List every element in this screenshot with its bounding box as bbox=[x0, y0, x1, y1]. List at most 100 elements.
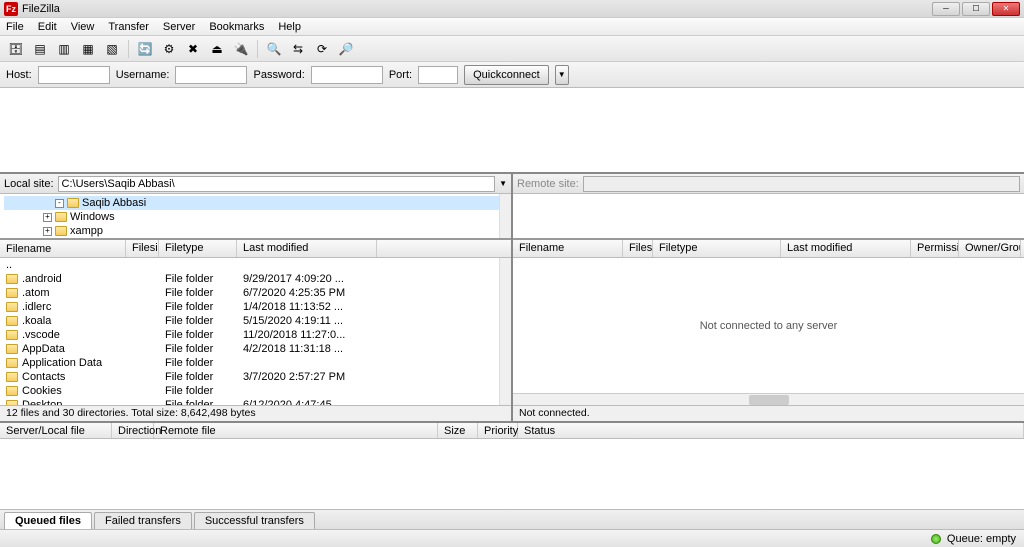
col-size[interactable]: Size bbox=[438, 423, 478, 438]
password-label: Password: bbox=[253, 69, 304, 81]
layout4-icon[interactable]: ▧ bbox=[102, 39, 122, 59]
col-filesize[interactable]: Filesize bbox=[623, 240, 653, 257]
tree-expander-icon[interactable]: + bbox=[43, 213, 52, 222]
list-item[interactable]: .koalaFile folder5/15/2020 4:19:11 ... bbox=[0, 314, 511, 328]
list-item[interactable]: ContactsFile folder3/7/2020 2:57:27 PM bbox=[0, 370, 511, 384]
list-item[interactable]: .vscodeFile folder11/20/2018 11:27:0... bbox=[0, 328, 511, 342]
refresh-icon[interactable]: 🔄 bbox=[135, 39, 155, 59]
find-icon[interactable]: 🔎 bbox=[336, 39, 356, 59]
local-tree[interactable]: -Saqib Abbasi+Windows+xampp+E: bbox=[0, 194, 511, 240]
tree-item[interactable]: +Windows bbox=[4, 210, 507, 224]
filter-icon[interactable]: 🔍 bbox=[264, 39, 284, 59]
tree-item[interactable]: +E: bbox=[4, 238, 507, 240]
file-name: Desktop bbox=[22, 399, 62, 405]
username-input[interactable] bbox=[175, 66, 247, 84]
remote-hscrollbar[interactable] bbox=[513, 393, 1024, 405]
list-item[interactable]: Application DataFile folder bbox=[0, 356, 511, 370]
list-item[interactable]: .idlercFile folder1/4/2018 11:13:52 ... bbox=[0, 300, 511, 314]
tree-item-label: xampp bbox=[70, 225, 103, 237]
remote-not-connected-message: Not connected to any server bbox=[513, 258, 1024, 393]
folder-icon bbox=[6, 344, 18, 354]
local-file-list[interactable]: ...androidFile folder9/29/2017 4:09:20 .… bbox=[0, 258, 511, 405]
layout2-icon[interactable]: ▥ bbox=[54, 39, 74, 59]
tab-queued-files[interactable]: Queued files bbox=[4, 512, 92, 529]
local-path-dropdown-icon[interactable]: ▼ bbox=[499, 179, 507, 188]
password-input[interactable] bbox=[311, 66, 383, 84]
list-item[interactable]: .androidFile folder9/29/2017 4:09:20 ... bbox=[0, 272, 511, 286]
menu-server[interactable]: Server bbox=[163, 21, 195, 33]
sitemanager-icon[interactable]: 🗄 bbox=[6, 39, 26, 59]
username-label: Username: bbox=[116, 69, 170, 81]
quickconnect-button[interactable]: Quickconnect bbox=[464, 65, 549, 85]
col-filename[interactable]: Filename bbox=[0, 240, 126, 257]
file-name: .vscode bbox=[22, 329, 60, 341]
col-modified[interactable]: Last modified bbox=[237, 240, 377, 257]
col-filename[interactable]: Filename bbox=[513, 240, 623, 257]
col-owner[interactable]: Owner/Group bbox=[959, 240, 1021, 257]
folder-icon bbox=[6, 372, 18, 382]
file-modified: 5/15/2020 4:19:11 ... bbox=[237, 315, 377, 327]
sync-icon[interactable]: ⟳ bbox=[312, 39, 332, 59]
file-type: File folder bbox=[159, 287, 237, 299]
list-item[interactable]: CookiesFile folder bbox=[0, 384, 511, 398]
menu-bookmarks[interactable]: Bookmarks bbox=[209, 21, 264, 33]
file-name: .. bbox=[6, 259, 12, 271]
local-status: 12 files and 30 directories. Total size:… bbox=[0, 405, 511, 421]
layout1-icon[interactable]: ▤ bbox=[30, 39, 50, 59]
col-permissions[interactable]: Permissions bbox=[911, 240, 959, 257]
scrollbar[interactable] bbox=[499, 258, 511, 405]
minimize-button[interactable]: ─ bbox=[932, 2, 960, 16]
tab-successful-transfers[interactable]: Successful transfers bbox=[194, 512, 315, 529]
port-input[interactable] bbox=[418, 66, 458, 84]
scrollbar[interactable] bbox=[499, 194, 511, 238]
col-status[interactable]: Status bbox=[518, 423, 1024, 438]
folder-icon bbox=[6, 358, 18, 368]
col-server-local[interactable]: Server/Local file bbox=[0, 423, 112, 438]
menu-transfer[interactable]: Transfer bbox=[108, 21, 149, 33]
local-path-input[interactable] bbox=[58, 176, 496, 192]
toolbar-separator bbox=[128, 40, 129, 58]
host-input[interactable] bbox=[38, 66, 110, 84]
disconnect-icon[interactable]: ⏏ bbox=[207, 39, 227, 59]
tree-item[interactable]: - Saqib Abbasi bbox=[4, 196, 507, 210]
menu-edit[interactable]: Edit bbox=[38, 21, 57, 33]
list-item[interactable]: AppDataFile folder4/2/2018 11:31:18 ... bbox=[0, 342, 511, 356]
tree-expander-icon[interactable]: + bbox=[43, 227, 52, 236]
col-direction[interactable]: Direction bbox=[112, 423, 154, 438]
reconnect-icon[interactable]: 🔌 bbox=[231, 39, 251, 59]
titlebar: Fz FileZilla ─ ☐ ✕ bbox=[0, 0, 1024, 18]
queue-list[interactable] bbox=[0, 439, 1024, 509]
col-priority[interactable]: Priority bbox=[478, 423, 518, 438]
menu-view[interactable]: View bbox=[71, 21, 95, 33]
col-modified[interactable]: Last modified bbox=[781, 240, 911, 257]
col-remote-file[interactable]: Remote file bbox=[154, 423, 438, 438]
cancel-icon[interactable]: ✖ bbox=[183, 39, 203, 59]
tree-item[interactable]: + xampp bbox=[4, 224, 507, 238]
process-icon[interactable]: ⚙ bbox=[159, 39, 179, 59]
menu-help[interactable]: Help bbox=[278, 21, 301, 33]
col-filesize[interactable]: Filesize bbox=[126, 240, 159, 257]
file-name: .idlerc bbox=[22, 301, 51, 313]
maximize-button[interactable]: ☐ bbox=[962, 2, 990, 16]
statusbar: Queue: empty bbox=[0, 529, 1024, 547]
col-filetype[interactable]: Filetype bbox=[159, 240, 237, 257]
quickconnect-dropdown[interactable]: ▼ bbox=[555, 65, 569, 85]
folder-icon bbox=[55, 212, 67, 222]
tree-item-label: Saqib Abbasi bbox=[82, 197, 146, 209]
menu-file[interactable]: File bbox=[6, 21, 24, 33]
file-modified: 3/7/2020 2:57:27 PM bbox=[237, 371, 377, 383]
list-item[interactable]: .atomFile folder6/7/2020 4:25:35 PM bbox=[0, 286, 511, 300]
remote-pane: Remote site: Filename Filesize Filetype … bbox=[513, 174, 1024, 421]
list-item[interactable]: DesktopFile folder6/12/2020 4:47:45 ... bbox=[0, 398, 511, 405]
file-name: .android bbox=[22, 273, 62, 285]
tree-expander-icon[interactable]: - bbox=[55, 199, 64, 208]
list-item[interactable]: .. bbox=[0, 258, 511, 272]
compare-icon[interactable]: ⇆ bbox=[288, 39, 308, 59]
col-filetype[interactable]: Filetype bbox=[653, 240, 781, 257]
close-button[interactable]: ✕ bbox=[992, 2, 1020, 16]
window-title: FileZilla bbox=[22, 3, 932, 15]
message-log[interactable] bbox=[0, 88, 1024, 174]
tab-failed-transfers[interactable]: Failed transfers bbox=[94, 512, 192, 529]
layout3-icon[interactable]: ▦ bbox=[78, 39, 98, 59]
port-label: Port: bbox=[389, 69, 412, 81]
